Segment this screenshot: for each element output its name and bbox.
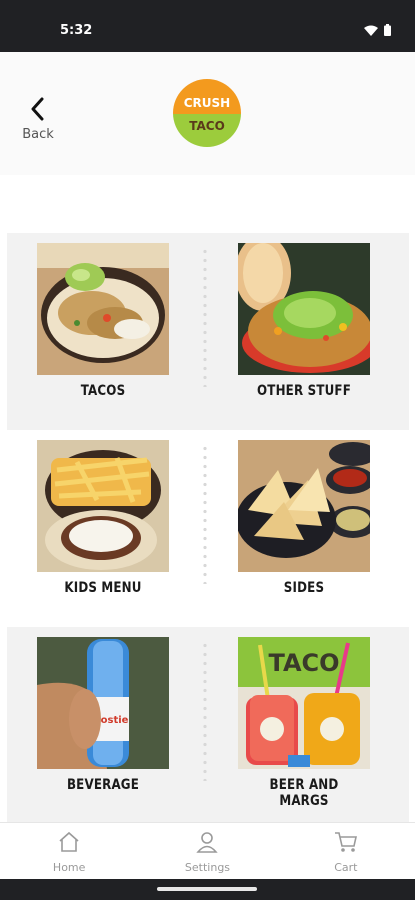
category-label: TACOS (80, 383, 126, 399)
category-label: SIDES (283, 580, 325, 596)
nav-home[interactable]: Home (0, 823, 138, 879)
bottom-nav: Home Settings Cart (0, 822, 415, 879)
sides-image (238, 440, 370, 572)
chevron-left-icon (31, 97, 44, 121)
back-button[interactable]: Back (18, 97, 58, 142)
nav-settings-label: Settings (184, 861, 231, 874)
category-tile-beer-and-margs[interactable]: TACO BEER AND MARGS (238, 637, 370, 809)
divider-dots (203, 641, 207, 781)
status-icons (364, 24, 391, 36)
nav-cart-label: Cart (334, 861, 358, 874)
category-label: BEVERAGE (66, 777, 140, 793)
back-label: Back (22, 127, 54, 142)
divider-dots (203, 247, 207, 387)
logo-text-crush: CRUSH (184, 96, 230, 110)
cart-icon (334, 832, 357, 852)
menu-grid: TACOS OTHER STUFF KIDS MENU SIDES Frosti… (0, 233, 415, 824)
category-tile-tacos[interactable]: TACOS (37, 243, 169, 399)
category-tile-kids-menu[interactable]: KIDS MENU (37, 440, 169, 596)
home-icon (59, 831, 79, 852)
wifi-icon (364, 25, 378, 36)
nav-home-label: Home (52, 861, 86, 874)
user-icon (196, 832, 219, 853)
kids-menu-image (37, 440, 169, 572)
beer-and-margs-image: TACO (238, 637, 370, 769)
divider-dots (203, 444, 207, 584)
category-label: BEER AND MARGS (269, 777, 339, 809)
home-gesture-pill[interactable] (157, 887, 257, 891)
menu-row: Frostie BEVERAGE TACO BEER AND MARGS (7, 627, 409, 824)
system-nav-bar (0, 879, 415, 900)
nav-settings[interactable]: Settings (138, 823, 276, 879)
status-bar: 5:32 (0, 0, 415, 52)
beverage-image: Frostie (37, 637, 169, 769)
category-tile-sides[interactable]: SIDES (238, 440, 370, 596)
other-stuff-image (238, 243, 370, 375)
sign-text: TACO (268, 649, 339, 677)
category-tile-beverage[interactable]: Frostie BEVERAGE (37, 637, 169, 793)
menu-row: TACOS OTHER STUFF (7, 233, 409, 430)
nav-cart[interactable]: Cart (277, 823, 415, 879)
battery-icon (384, 24, 391, 36)
category-label: OTHER STUFF (257, 383, 351, 399)
category-label: KIDS MENU (64, 580, 142, 596)
status-time: 5:32 (60, 23, 93, 38)
menu-row: KIDS MENU SIDES (7, 430, 409, 627)
category-tile-other-stuff[interactable]: OTHER STUFF (238, 243, 370, 399)
crush-taco-logo: CRUSH TACO (173, 78, 241, 147)
tacos-image (37, 243, 169, 375)
app-header: Back CRUSH TACO (0, 52, 415, 175)
logo-text-taco: TACO (189, 119, 225, 133)
